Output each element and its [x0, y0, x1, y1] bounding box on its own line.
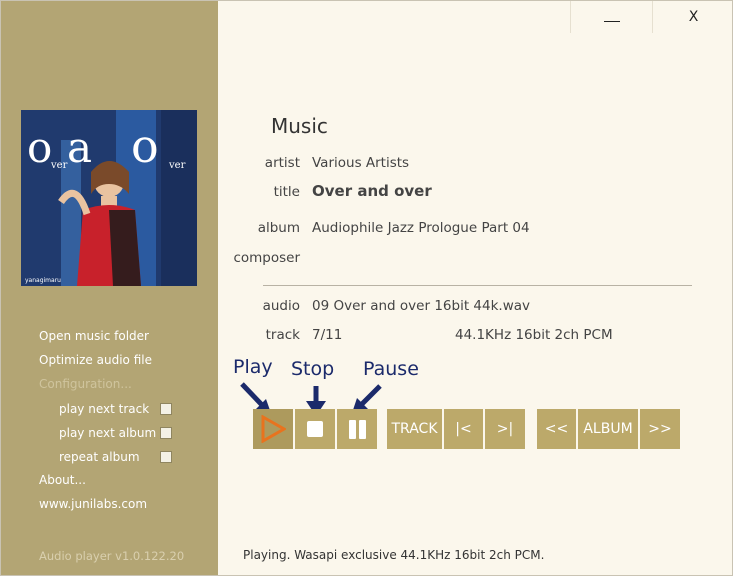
album-button[interactable]: ALBUM — [578, 409, 638, 449]
track-label: track — [265, 327, 300, 343]
next-album-button[interactable]: >> — [640, 409, 680, 449]
play-next-album-label: play next album — [59, 426, 157, 440]
svg-text:a: a — [67, 123, 92, 172]
title-label: title — [273, 184, 300, 200]
album-value: Audiophile Jazz Prologue Part 04 — [312, 220, 530, 236]
page-title: Music — [271, 114, 328, 138]
composer-label: composer — [233, 250, 300, 266]
play-annotation: Play — [233, 356, 273, 378]
repeat-album-checkbox[interactable] — [160, 451, 172, 463]
play-button[interactable] — [253, 409, 293, 449]
artist-value: Various Artists — [312, 155, 410, 171]
title-bar: X — [218, 0, 733, 33]
prev-track-button[interactable]: |< — [444, 409, 483, 449]
play-next-track-label: play next track — [59, 402, 150, 416]
stop-icon — [307, 421, 323, 437]
minimize-button[interactable] — [570, 0, 652, 33]
version-label: Audio player v1.0.122.20 — [39, 549, 185, 563]
format-value: 44.1KHz 16bit 2ch PCM — [455, 327, 613, 343]
close-button[interactable]: X — [652, 0, 733, 33]
optimize-audio-file-link[interactable]: Optimize audio file — [39, 353, 152, 367]
svg-text:ver: ver — [50, 160, 68, 171]
svg-text:ver: ver — [168, 160, 186, 171]
svg-text:o: o — [27, 123, 52, 172]
audio-value: 09 Over and over 16bit 44k.wav — [312, 298, 530, 314]
play-icon — [261, 415, 286, 443]
pause-button[interactable] — [337, 409, 377, 449]
pause-icon — [348, 419, 366, 439]
album-label: album — [257, 220, 300, 236]
track-value: 7/11 — [312, 327, 343, 343]
next-track-button[interactable]: >| — [485, 409, 525, 449]
sidebar: o a o ver ver yanagimaru Open music fold… — [0, 0, 218, 576]
play-next-track-checkbox[interactable] — [160, 403, 172, 415]
svg-text:yanagimaru: yanagimaru — [25, 277, 61, 284]
info-divider — [263, 285, 692, 286]
artist-label: artist — [264, 155, 300, 171]
play-next-album-checkbox[interactable] — [160, 427, 172, 439]
album-cover: o a o ver ver yanagimaru — [21, 110, 197, 286]
stop-button[interactable] — [295, 409, 335, 449]
stop-annotation: Stop — [291, 358, 335, 380]
website-link[interactable]: www.junilabs.com — [39, 497, 147, 511]
prev-album-button[interactable]: << — [537, 409, 576, 449]
pause-annotation: Pause — [363, 358, 419, 380]
svg-text:o: o — [131, 119, 159, 173]
track-button[interactable]: TRACK — [387, 409, 442, 449]
repeat-album-label: repeat album — [59, 450, 140, 464]
title-value: Over and over — [312, 182, 432, 200]
audio-label: audio — [262, 298, 300, 314]
minimize-icon — [603, 21, 620, 22]
status-text: Playing. Wasapi exclusive 44.1KHz 16bit … — [243, 548, 545, 562]
open-music-folder-link[interactable]: Open music folder — [39, 329, 149, 343]
about-link[interactable]: About... — [39, 473, 86, 487]
configuration-link: Configuration... — [39, 377, 132, 391]
